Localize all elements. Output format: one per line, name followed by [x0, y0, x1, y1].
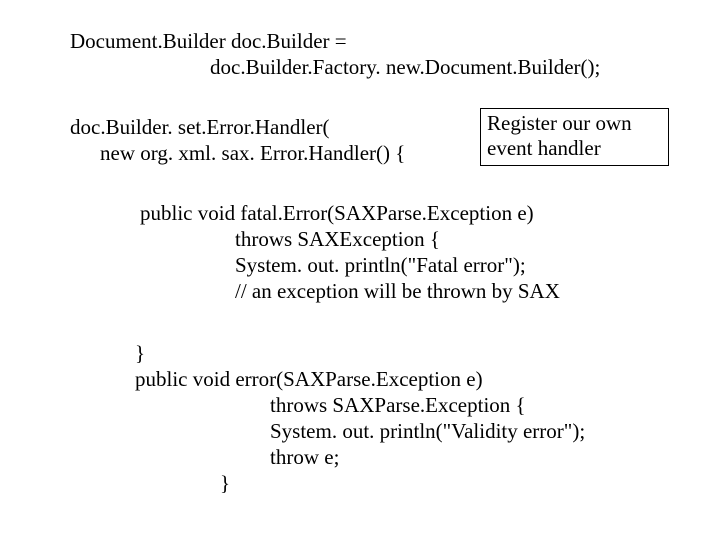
code-line-1: Document.Builder doc.Builder = — [70, 28, 347, 54]
code-line-2: doc.Builder.Factory. new.Document.Builde… — [210, 54, 600, 80]
code-line-7: System. out. println("Fatal error"); — [235, 252, 526, 278]
code-line-4: new org. xml. sax. Error.Handler() { — [100, 140, 405, 166]
code-line-11: throws SAXParse.Exception { — [270, 392, 526, 418]
code-line-10: public void error(SAXParse.Exception e) — [135, 366, 483, 392]
code-line-6: throws SAXException { — [235, 226, 440, 252]
code-line-3: doc.Builder. set.Error.Handler( — [70, 114, 330, 140]
code-line-9: } — [135, 340, 145, 366]
callout-box: Register our own event handler — [480, 108, 669, 166]
code-line-12: System. out. println("Validity error"); — [270, 418, 585, 444]
callout-line-1: Register our own — [487, 111, 662, 136]
code-line-8: // an exception will be thrown by SAX — [235, 278, 560, 304]
callout-line-2: event handler — [487, 136, 662, 161]
code-line-14: } — [220, 470, 230, 496]
slide: Document.Builder doc.Builder = doc.Build… — [0, 0, 720, 540]
code-line-13: throw e; — [270, 444, 339, 470]
code-line-5: public void fatal.Error(SAXParse.Excepti… — [140, 200, 534, 226]
